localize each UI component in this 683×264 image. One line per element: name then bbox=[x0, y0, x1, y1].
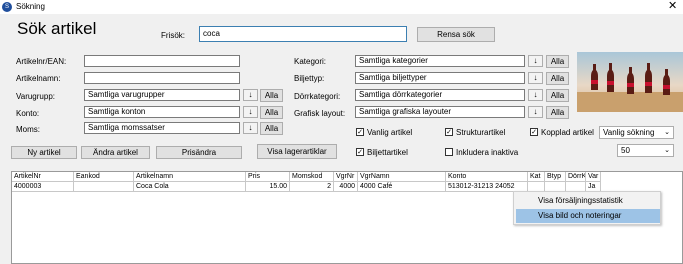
table-cell[interactable]: 4000 Café bbox=[358, 182, 446, 192]
article-number-field[interactable] bbox=[84, 55, 240, 67]
edit-article-button[interactable]: Ändra artikel bbox=[81, 146, 150, 159]
table-cell[interactable]: 15.00 bbox=[246, 182, 290, 192]
column-header[interactable]: Btyp bbox=[545, 172, 566, 182]
graphic-layout-field[interactable]: Samtliga grafiska layouter bbox=[355, 106, 525, 118]
ticket-type-label: Biljettyp: bbox=[294, 74, 325, 83]
category-all-button[interactable]: Alla bbox=[546, 55, 569, 68]
product-group-arrow-icon[interactable]: ↓ bbox=[243, 89, 258, 101]
structure-article-checkbox[interactable]: ✓ bbox=[445, 128, 453, 136]
search-mode-value: Vanlig sökning bbox=[603, 128, 655, 137]
vat-label: Moms: bbox=[16, 125, 40, 134]
column-header[interactable]: VgrNr bbox=[334, 172, 358, 182]
column-header[interactable]: Konto bbox=[446, 172, 528, 182]
search-input[interactable]: coca bbox=[199, 26, 407, 42]
product-group-field[interactable]: Samtliga varugrupper bbox=[84, 89, 240, 101]
vat-arrow-icon[interactable]: ↓ bbox=[243, 122, 258, 134]
column-header[interactable]: Kat bbox=[528, 172, 545, 182]
search-mode-select[interactable]: Vanlig sökning ⌄ bbox=[599, 126, 674, 139]
product-group-all-button[interactable]: Alla bbox=[260, 89, 283, 102]
title-bar: S Sökning ✕ bbox=[0, 0, 683, 14]
clear-search-button[interactable]: Rensa sök bbox=[417, 27, 495, 42]
article-name-field[interactable] bbox=[84, 72, 240, 84]
ticket-type-field[interactable]: Samtliga biljettyper bbox=[355, 72, 525, 84]
menu-item-sales-statistics[interactable]: Visa försäljningsstatistik bbox=[516, 194, 660, 208]
chevron-down-icon: ⌄ bbox=[664, 147, 670, 154]
chevron-down-icon: ⌄ bbox=[664, 129, 670, 136]
graphic-layout-all-button[interactable]: Alla bbox=[546, 106, 569, 119]
include-inactive-checkbox[interactable] bbox=[445, 148, 453, 156]
article-number-label: Artikelnr/EAN: bbox=[16, 57, 67, 66]
app-icon: S bbox=[2, 2, 12, 12]
new-article-button[interactable]: Ny artikel bbox=[11, 146, 77, 159]
show-stock-items-button[interactable]: Visa lagerartiklar bbox=[257, 144, 337, 159]
door-category-label: Dörrkategori: bbox=[294, 92, 341, 101]
graphic-layout-label: Grafisk layout: bbox=[294, 109, 346, 118]
table-cell[interactable]: 4000 bbox=[334, 182, 358, 192]
column-header[interactable]: Eankod bbox=[74, 172, 134, 182]
column-header[interactable]: Pris bbox=[246, 172, 290, 182]
vat-field[interactable]: Samtliga momssatser bbox=[84, 122, 240, 134]
context-menu: Visa försäljningsstatistik Visa bild och… bbox=[513, 191, 661, 225]
menu-item-image-and-notes[interactable]: Visa bild och noteringar bbox=[516, 209, 660, 223]
product-photo bbox=[577, 52, 683, 112]
column-header[interactable]: VgrNamn bbox=[358, 172, 446, 182]
include-inactive-label: Inkludera inaktiva bbox=[456, 148, 519, 157]
structure-article-label: Strukturartikel bbox=[456, 128, 506, 137]
category-label: Kategori: bbox=[294, 57, 327, 66]
article-name-label: Artikelnamn: bbox=[16, 74, 61, 83]
account-label: Konto: bbox=[16, 109, 40, 118]
ticket-type-all-button[interactable]: Alla bbox=[546, 72, 569, 85]
ticket-article-label: Biljettartikel bbox=[367, 148, 408, 157]
result-count-select[interactable]: 50 ⌄ bbox=[617, 144, 674, 157]
close-icon[interactable]: ✕ bbox=[668, 0, 677, 13]
regular-article-label: Vanlig artikel bbox=[367, 128, 413, 137]
column-header[interactable]: Momskod bbox=[290, 172, 334, 182]
column-header[interactable]: ArtikelNr bbox=[12, 172, 74, 182]
door-category-all-button[interactable]: Alla bbox=[546, 89, 569, 102]
account-arrow-icon[interactable]: ↓ bbox=[243, 106, 258, 118]
price-change-button[interactable]: Prisändra bbox=[156, 146, 242, 159]
table-cell[interactable]: 4000003 bbox=[12, 182, 74, 192]
vat-all-button[interactable]: Alla bbox=[260, 122, 283, 135]
window-title: Sökning bbox=[16, 2, 45, 11]
table-cell[interactable] bbox=[74, 182, 134, 192]
table-cell[interactable]: 2 bbox=[290, 182, 334, 192]
linked-article-label: Kopplad artikel bbox=[541, 128, 594, 137]
result-count-value: 50 bbox=[621, 146, 630, 155]
door-category-field[interactable]: Samtliga dörrkategorier bbox=[355, 89, 525, 101]
linked-article-checkbox[interactable]: ✓ bbox=[530, 128, 538, 136]
ticket-article-checkbox[interactable]: ✓ bbox=[356, 148, 364, 156]
table-cell[interactable]: Coca Cola bbox=[134, 182, 246, 192]
search-label: Frisök: bbox=[161, 31, 185, 40]
door-category-arrow-icon[interactable]: ↓ bbox=[528, 89, 543, 101]
category-arrow-icon[interactable]: ↓ bbox=[528, 55, 543, 67]
column-header[interactable]: Artikelnamn bbox=[134, 172, 246, 182]
product-group-label: Varugrupp: bbox=[16, 92, 55, 101]
page-title: Sök artikel bbox=[17, 19, 97, 38]
ticket-type-arrow-icon[interactable]: ↓ bbox=[528, 72, 543, 84]
account-all-button[interactable]: Alla bbox=[260, 106, 283, 119]
column-header[interactable]: Var bbox=[586, 172, 601, 182]
regular-article-checkbox[interactable]: ✓ bbox=[356, 128, 364, 136]
graphic-layout-arrow-icon[interactable]: ↓ bbox=[528, 106, 543, 118]
category-field[interactable]: Samtliga kategorier bbox=[355, 55, 525, 67]
account-field[interactable]: Samtliga konton bbox=[84, 106, 240, 118]
column-header[interactable]: DörrK bbox=[566, 172, 586, 182]
